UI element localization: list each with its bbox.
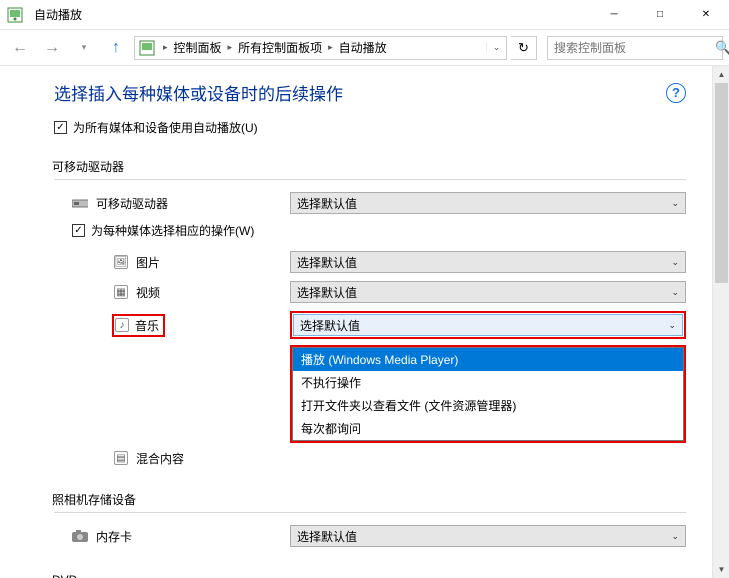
music-dropdown-list: 播放 (Windows Media Player) 不执行操作 打开文件夹以查看…	[292, 347, 684, 441]
removable-drive-label: 可移动驱动器	[96, 195, 168, 212]
address-icon	[135, 40, 159, 56]
section-camera-title: 照相机存储设备	[52, 491, 686, 508]
chevron-down-icon: ⌄	[671, 531, 679, 542]
memory-card-row: 内存卡 选择默认值 ⌄	[54, 525, 686, 547]
back-button[interactable]: ←	[6, 34, 34, 62]
minimize-button[interactable]: ─	[591, 0, 637, 30]
window-title: 自动播放	[30, 6, 591, 23]
refresh-button[interactable]: ↻	[511, 36, 537, 60]
video-icon: ▦	[114, 285, 128, 299]
chevron-down-icon: ⌄	[671, 257, 679, 268]
crumb-0[interactable]: 控制面板	[172, 39, 224, 56]
music-option-3[interactable]: 每次都询问	[293, 417, 683, 440]
up-button[interactable]: ↑	[102, 34, 130, 62]
search-icon[interactable]: 🔍	[715, 40, 729, 56]
mixed-icon: ▤	[114, 451, 128, 465]
address-bar[interactable]: ▸ 控制面板 ▸ 所有控制面板项 ▸ 自动播放 ⌄	[134, 36, 507, 60]
music-option-0[interactable]: 播放 (Windows Media Player)	[293, 348, 683, 371]
drive-icon	[72, 195, 88, 211]
music-icon: ♪	[115, 318, 129, 332]
help-icon[interactable]: ?	[666, 83, 686, 103]
highlight-music-dropdown: 选择默认值 ⌄	[290, 311, 686, 339]
global-autoplay-label: 为所有媒体和设备使用自动播放(U)	[73, 119, 258, 136]
checkbox-checked-icon: ✓	[72, 224, 85, 237]
address-dropdown[interactable]: ⌄	[486, 42, 506, 53]
media-row-music: ♪ 音乐 选择默认值 ⌄	[54, 311, 686, 339]
highlight-music-label: ♪ 音乐	[112, 314, 165, 337]
camera-icon	[72, 528, 88, 544]
global-autoplay-checkbox-row[interactable]: ✓ 为所有媒体和设备使用自动播放(U)	[54, 119, 686, 136]
chevron-down-icon: ⌄	[671, 287, 679, 298]
app-icon	[0, 7, 30, 23]
maximize-button[interactable]: □	[637, 0, 683, 30]
picture-icon: 🖼	[114, 255, 128, 269]
window-titlebar: 自动播放 ─ □ ✕	[0, 0, 729, 30]
navigation-bar: ← → ▾ ↑ ▸ 控制面板 ▸ 所有控制面板项 ▸ 自动播放 ⌄ ↻ 🔍	[0, 30, 729, 66]
recent-dropdown[interactable]: ▾	[70, 34, 98, 62]
chevron-down-icon: ⌄	[668, 320, 676, 331]
search-box[interactable]: 🔍	[547, 36, 723, 60]
forward-button[interactable]: →	[38, 34, 66, 62]
per-media-checkbox-row[interactable]: ✓ 为每种媒体选择相应的操作(W)	[54, 222, 686, 239]
removable-drive-dropdown[interactable]: 选择默认值 ⌄	[290, 192, 686, 214]
memory-card-dropdown[interactable]: 选择默认值 ⌄	[290, 525, 686, 547]
scroll-thumb[interactable]	[715, 83, 728, 283]
content-area: 选择插入每种媒体或设备时的后续操作 ? ✓ 为所有媒体和设备使用自动播放(U) …	[0, 66, 712, 578]
section-removable-title: 可移动驱动器	[52, 158, 686, 175]
music-dropdown[interactable]: 选择默认值 ⌄	[293, 314, 683, 336]
video-dropdown[interactable]: 选择默认值 ⌄	[290, 281, 686, 303]
pictures-dropdown[interactable]: 选择默认值 ⌄	[290, 251, 686, 273]
media-row-video: ▦ 视频 选择默认值 ⌄	[54, 281, 686, 303]
scroll-down-icon[interactable]: ▼	[713, 561, 729, 578]
media-row-pictures: 🖼 图片 选择默认值 ⌄	[54, 251, 686, 273]
chevron-down-icon: ⌄	[671, 198, 679, 209]
page-title: 选择插入每种媒体或设备时的后续操作	[54, 80, 343, 105]
crumb-2[interactable]: 自动播放	[337, 39, 389, 56]
music-option-1[interactable]: 不执行操作	[293, 371, 683, 394]
checkbox-checked-icon: ✓	[54, 121, 67, 134]
scroll-up-icon[interactable]: ▲	[713, 66, 729, 83]
crumb-root-sep[interactable]: ▸	[159, 42, 172, 53]
section-dvd-title: DVD	[52, 573, 686, 578]
highlight-music-options: 播放 (Windows Media Player) 不执行操作 打开文件夹以查看…	[290, 345, 686, 443]
vertical-scrollbar[interactable]: ▲ ▼	[712, 66, 729, 578]
removable-drive-row: 可移动驱动器 选择默认值 ⌄	[54, 192, 686, 214]
music-option-2[interactable]: 打开文件夹以查看文件 (文件资源管理器)	[293, 394, 683, 417]
search-input[interactable]	[548, 41, 715, 55]
crumb-1[interactable]: 所有控制面板项	[236, 39, 324, 56]
close-button[interactable]: ✕	[683, 0, 729, 30]
media-row-mixed: ▤ 混合内容	[54, 447, 686, 469]
